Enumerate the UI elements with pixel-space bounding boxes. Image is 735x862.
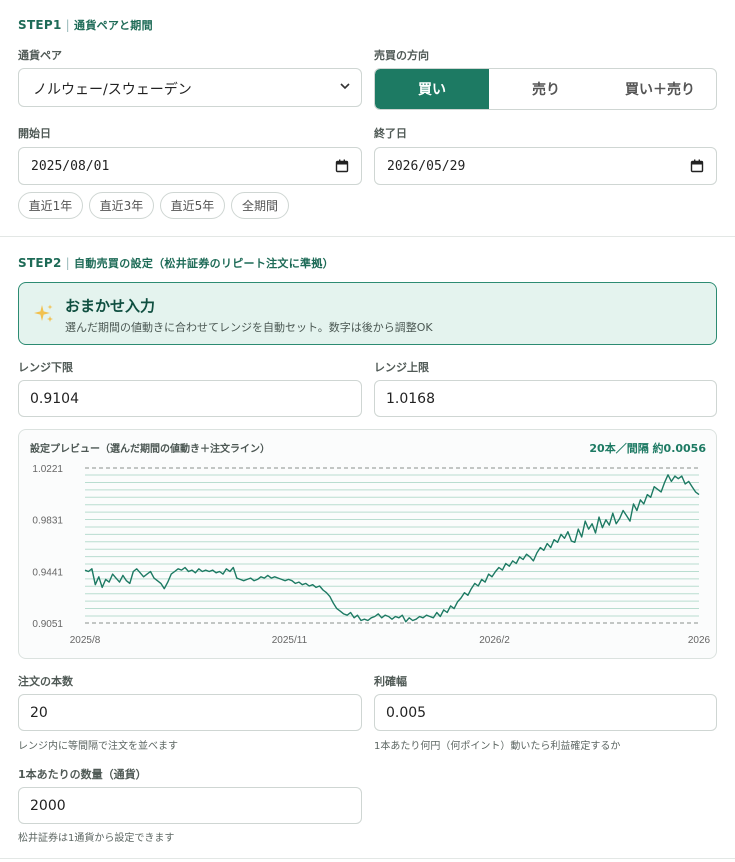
range-high-value: 1.0168 xyxy=(386,391,435,407)
step1-heading: STEP1 | 通貨ペアと期間 xyxy=(18,17,153,33)
x-tick-label: 2025/11 xyxy=(272,635,308,646)
qty-label: 1本あたりの数量（通貨） xyxy=(18,768,147,781)
range-low-label: レンジ下限 xyxy=(18,361,73,374)
start-date-input[interactable]: 2025/08/01 xyxy=(18,147,362,185)
chart-plot: 1.0221 0.9831 0.9441 0.9051 2025/8 2025/11 202… xyxy=(32,464,711,646)
orders-hint: レンジ内に等間隔で注文を並べます xyxy=(18,741,178,752)
preset-5y-button[interactable]: 直近5年 xyxy=(160,192,225,219)
orders-label: 注文の本数 xyxy=(18,675,73,688)
step1-title: 通貨ペアと期間 xyxy=(74,19,153,32)
x-tick-label: 2026 xyxy=(688,635,711,646)
profit-hint: 1本あたり何円（何ポイント）動いたら利益確定するか xyxy=(374,741,621,752)
step2-sep: | xyxy=(65,256,71,270)
calendar-icon[interactable] xyxy=(690,159,704,173)
preset-3y-button[interactable]: 直近3年 xyxy=(89,192,154,219)
direction-sell-button[interactable]: 売り xyxy=(489,69,603,109)
y-tick-label: 0.9441 xyxy=(32,567,63,578)
start-date-value: 2025/08/01 xyxy=(31,159,110,174)
range-high-input[interactable]: 1.0168 xyxy=(374,380,717,417)
direction-both-button[interactable]: 買い＋売り xyxy=(603,69,716,109)
direction-segmented: 買い 売り 買い＋売り xyxy=(374,68,717,110)
auto-fill-title: おまかせ入力 xyxy=(65,297,156,315)
auto-fill-desc: 選んだ期間の値動きに合わせてレンジを自動セット。数字は後から調整OK xyxy=(65,321,433,334)
pair-select[interactable]: ノルウェー/スウェーデン xyxy=(18,68,362,107)
orders-value: 20 xyxy=(30,705,48,721)
calendar-icon[interactable] xyxy=(335,159,349,173)
qty-input[interactable]: 2000 xyxy=(18,787,362,824)
pair-select-value: ノルウェー/スウェーデン xyxy=(33,82,192,98)
preset-all-button[interactable]: 全期間 xyxy=(231,192,289,219)
y-tick-label: 1.0221 xyxy=(32,464,63,475)
preset-1y-button[interactable]: 直近1年 xyxy=(18,192,83,219)
pair-label: 通貨ペア xyxy=(18,49,62,62)
direction-label: 売買の方向 xyxy=(374,49,429,62)
range-high-label: レンジ上限 xyxy=(374,361,429,374)
y-tick-label: 0.9831 xyxy=(32,516,63,527)
bottom-divider xyxy=(0,858,735,859)
qty-hint: 松井証券は1通貨から設定できます xyxy=(18,833,175,844)
end-date-value: 2026/05/29 xyxy=(387,159,466,174)
x-tick-label: 2026/2 xyxy=(479,635,510,646)
x-tick-label: 2025/8 xyxy=(70,635,101,646)
chevron-down-icon xyxy=(340,83,350,90)
step1-sep: | xyxy=(65,18,71,32)
profit-label: 利確幅 xyxy=(374,675,407,688)
preview-chart: 設定プレビュー（選んだ期間の値動き＋注文ライン） 20本／間隔 約0.0056 … xyxy=(18,429,717,659)
y-tick-label: 0.9051 xyxy=(32,619,63,630)
profit-input[interactable]: 0.005 xyxy=(374,694,717,731)
range-low-input[interactable]: 0.9104 xyxy=(18,380,362,417)
sparkles-icon xyxy=(34,304,53,322)
end-date-input[interactable]: 2026/05/29 xyxy=(374,147,717,185)
end-date-label: 終了日 xyxy=(374,127,407,140)
profit-value: 0.005 xyxy=(386,705,427,721)
start-date-label: 開始日 xyxy=(18,127,51,140)
section-divider xyxy=(0,236,735,237)
step2-title: 自動売買の設定（松井証券のリピート注文に準拠） xyxy=(74,257,334,270)
range-low-value: 0.9104 xyxy=(30,391,79,407)
step1-step: STEP1 xyxy=(18,18,62,32)
direction-buy-button[interactable]: 買い xyxy=(375,69,489,109)
auto-fill-button[interactable]: おまかせ入力 選んだ期間の値動きに合わせてレンジを自動セット。数字は後から調整O… xyxy=(18,282,717,345)
step2-heading: STEP2 | 自動売買の設定（松井証券のリピート注文に準拠） xyxy=(18,255,334,271)
step2-step: STEP2 xyxy=(18,256,62,270)
orders-input[interactable]: 20 xyxy=(18,694,362,731)
qty-value: 2000 xyxy=(30,798,66,814)
